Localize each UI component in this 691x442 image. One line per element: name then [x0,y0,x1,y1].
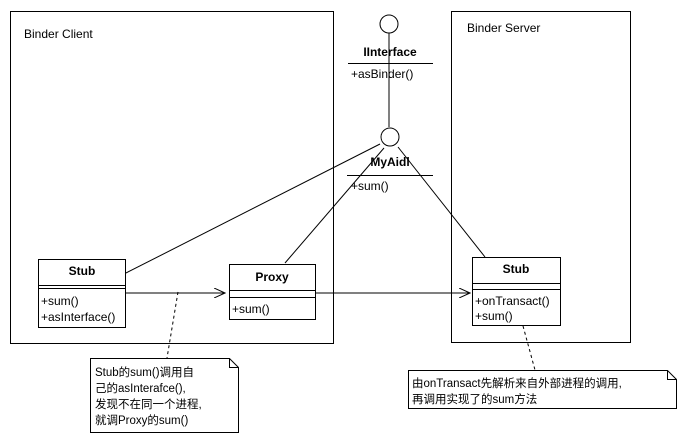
iinterface-interface: IInterface +asBinder() [348,14,433,81]
client-note-line-4: 就调Proxy的sum() [95,413,188,427]
client-stub-class: Stub +sum() +asInterface() [38,259,126,328]
myaidl-name: MyAidl [370,155,409,169]
client-note-line-1: Stub的sum()调用自 [95,365,194,379]
myaidl-interface: MyAidl +sum() [347,127,433,193]
client-note-line-2: 己的asInterafce(), [95,381,186,395]
binder-client-label: Binder Client [24,27,93,41]
server-note-line-1: 由onTransact先解析来自外部进程的调用, [412,376,622,390]
server-stub-method-sum: +sum() [475,309,513,323]
binder-server-label: Binder Server [467,21,540,35]
client-stub-method-sum: +sum() [41,294,79,308]
server-stub-class: Stub +onTransact() +sum() [472,257,561,326]
server-stub-method-ontransact: +onTransact() [475,294,550,308]
client-note: Stub的sum()调用自 己的asInterafce(), 发现不在同一个进程… [90,358,239,433]
client-note-line-3: 发现不在同一个进程, [95,397,202,411]
proxy-name: Proxy [255,270,289,284]
myaidl-circle-icon [380,127,400,147]
client-stub-name: Stub [69,264,96,278]
server-note: 由onTransact先解析来自外部进程的调用, 再调用实现了的sum方法 [408,370,677,409]
iinterface-name: IInterface [363,45,417,59]
proxy-class: Proxy +sum() [229,264,316,320]
uml-diagram: Binder Client Binder Server IInterface +… [10,11,677,433]
proxy-method-sum: +sum() [232,302,270,316]
myaidl-method: +sum() [351,179,389,193]
iinterface-circle-icon [379,14,399,34]
client-stub-method-asinterface: +asInterface() [41,310,115,324]
server-note-line-2: 再调用实现了的sum方法 [412,392,537,406]
iinterface-method: +asBinder() [351,67,413,81]
server-stub-name: Stub [503,262,530,276]
